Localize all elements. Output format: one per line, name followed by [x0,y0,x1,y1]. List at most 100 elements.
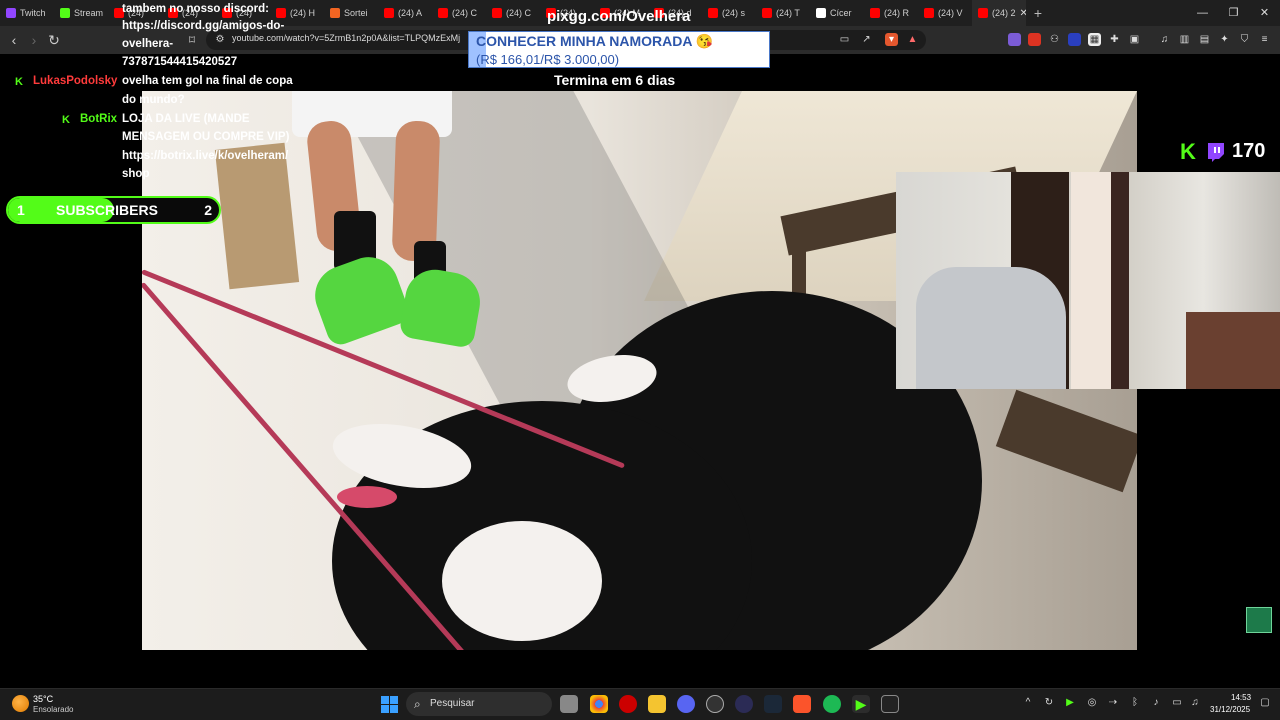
tab-label: (24) s [722,8,746,18]
extensions-puzzle-icon[interactable]: ✚ [1108,33,1121,46]
viewer-counter: K 170 [1180,140,1265,163]
tab-favicon-icon [762,8,772,18]
tab-label: (24) 2 [992,8,1016,18]
tab-favicon-icon [330,8,340,18]
search-placeholder[interactable]: Pesquisar [430,698,474,709]
twitch-logo-icon [1208,142,1224,162]
subscribers-target: 2 [204,202,212,218]
notifications-icon[interactable]: ▢ [1258,697,1272,708]
tab-favicon-icon [492,8,502,18]
media-icon[interactable]: ♫ [1158,33,1171,46]
tray-overflow-icon[interactable]: ^ [1021,697,1035,708]
chat-username: LukasPodolsky [33,75,118,87]
extension-red-icon[interactable] [1028,33,1041,46]
tab-label: Twitch [20,8,46,18]
browser-tab[interactable]: Sortei [324,0,378,26]
screenshot-icon[interactable]: ▣ [1128,33,1141,46]
search-icon: ⌕ [414,697,421,711]
weather-temperature[interactable]: 35°C [33,694,53,704]
minimize-icon[interactable]: — [1187,0,1218,26]
tab-label: Cícer [830,8,852,18]
obs-icon[interactable] [706,695,724,713]
streamlabs-icon[interactable]: ▶ [852,695,870,713]
extension-game-icon[interactable]: ⚇ [1048,33,1061,46]
browser-tab[interactable]: (24) C [486,0,540,26]
browser-tab[interactable]: Twitch [0,0,54,26]
new-tab-icon[interactable]: + [1026,5,1050,21]
taskbar-search[interactable] [406,692,552,716]
browser-tab[interactable]: (24) T [756,0,810,26]
chat-text: LOJA DA LIVE (MANDE [122,113,250,125]
app-arrow-icon[interactable] [735,695,753,713]
tab-favicon-icon [816,8,826,18]
task-view-icon[interactable] [560,695,578,713]
clock-date[interactable]: 31/12/2025 [1210,705,1250,714]
chat-text: do mundo? [122,94,185,106]
dog-chest-left [442,521,602,641]
webcam-hallway [1071,172,1111,389]
bench-right [995,389,1137,493]
extension-blue-icon[interactable] [1068,33,1081,46]
epic-games-icon[interactable] [881,695,899,713]
brave-icon[interactable] [793,695,811,713]
tray-play-icon[interactable]: ▶ [1063,697,1077,708]
extension-purple-icon[interactable] [1008,33,1021,46]
weather-condition[interactable]: Ensolarado [33,705,73,714]
extension-qr-icon[interactable]: ▦ [1088,33,1101,46]
tray-share-icon[interactable]: ⇢ [1106,697,1120,708]
chat-text: https://discord.gg/amigos-do- [122,20,285,32]
tab-favicon-icon [438,8,448,18]
bluetooth-icon[interactable]: ᛒ [1128,697,1142,708]
back-icon[interactable]: ‹ [6,32,22,48]
bot-avatar-icon [1246,607,1272,633]
brave-rewards-icon[interactable]: ▲ [906,33,919,46]
kick-badge-icon: K [62,114,70,126]
reload-icon[interactable]: ↻ [46,32,62,48]
menu-icon[interactable]: ≡ [1258,33,1271,46]
weather-sun-icon[interactable] [12,695,29,712]
tab-label: (24) C [452,8,478,18]
browser-tab[interactable]: Cícer [810,0,864,26]
green-shoe-left [306,248,413,349]
subscribers-label: SUBSCRIBERS [56,202,158,218]
vpn-icon[interactable]: ⛉ [1238,33,1251,46]
browser-tab[interactable]: (24) C [432,0,486,26]
steam-icon[interactable] [764,695,782,713]
file-explorer-icon[interactable] [648,695,666,713]
tab-label: (24) C [506,8,532,18]
webcam-covered-chair [916,267,1066,389]
microphone-icon[interactable]: ♪ [1149,697,1163,708]
network-icon[interactable]: ▭ [1170,697,1184,708]
forward-icon[interactable]: › [26,32,42,48]
browser-tab[interactable]: Stream [54,0,108,26]
share-icon[interactable]: ↗ [860,33,873,46]
clock-time[interactable]: 14:53 [1231,693,1251,702]
discord-icon[interactable] [677,695,695,713]
brave-shields-icon[interactable]: ▾ [885,33,898,46]
maximize-icon[interactable]: ❐ [1218,0,1249,26]
tray-target-icon[interactable]: ◎ [1085,697,1099,708]
browser-tab[interactable]: (24) s [702,0,756,26]
tray-sync-icon[interactable]: ↻ [1042,697,1056,708]
spotify-icon[interactable] [823,695,841,713]
browser-tab[interactable]: (24) V [918,0,972,26]
window-controls: — ❐ ✕ [1187,0,1280,26]
windows-start-icon[interactable] [381,696,398,713]
wallet-icon[interactable]: ▤ [1198,33,1211,46]
chat-text: ovelha tem gol na final de copa [122,75,293,87]
subscribers-current: 1 [17,202,25,218]
leo-ai-icon[interactable]: ✦ [1218,33,1231,46]
chat-text: https://botrix.live/k/ovelheram/ [122,150,289,162]
tab-label: (24) R [884,8,910,18]
browser-tab[interactable]: (24) R [864,0,918,26]
sidebar-icon[interactable]: ▥ [1178,33,1191,46]
volume-icon[interactable]: ♫ [1188,697,1202,708]
browser-tab[interactable]: (24) A [378,0,432,26]
dog-tongue [337,486,397,508]
browser-tab[interactable]: (24) 2 ✕ [972,0,1026,26]
screen-cast-icon[interactable]: ▭ [838,33,851,46]
close-window-icon[interactable]: ✕ [1249,0,1280,26]
chrome-icon[interactable] [590,695,608,713]
tab-favicon-icon [708,8,718,18]
opera-icon[interactable] [619,695,637,713]
